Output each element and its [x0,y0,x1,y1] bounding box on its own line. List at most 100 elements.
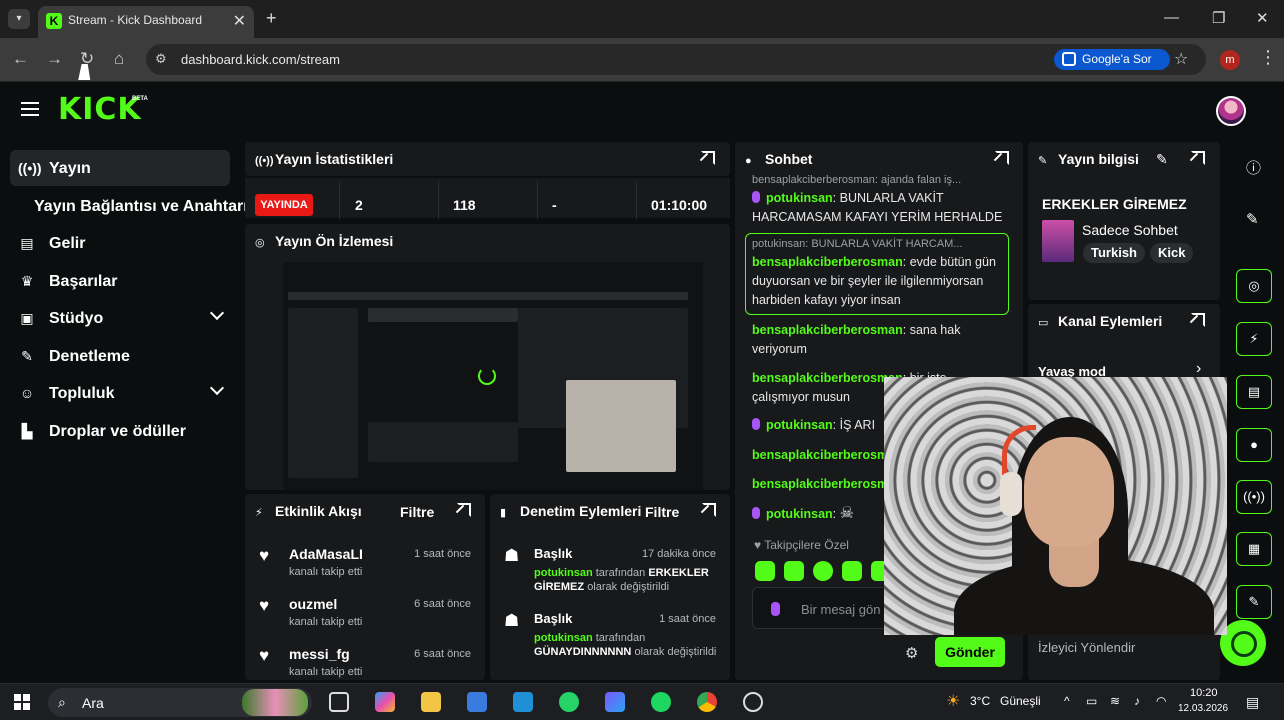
activity-user[interactable]: messi_fg [289,646,350,662]
popout-icon[interactable] [995,151,1009,165]
sidebar-item-topluluk[interactable]: ☺ Topluluk [10,375,230,411]
emote-icon[interactable] [813,561,833,581]
new-tab-button[interactable]: + [266,8,277,29]
copilot-icon[interactable] [375,692,395,712]
wifi-icon[interactable]: ◠ [1156,694,1166,708]
rail-preview-button[interactable]: ◎ [1236,269,1272,303]
network-icon[interactable]: ≋ [1110,694,1120,708]
activity-user[interactable]: ouzmel [289,596,337,612]
tag-chip[interactable]: Turkish [1083,243,1145,263]
clock-time[interactable]: 10:20 [1190,687,1218,699]
browser-menu-icon[interactable]: ⋮ [1259,47,1277,68]
rail-broadcast-button[interactable]: ((•)) [1236,480,1272,514]
chevron-down-icon[interactable] [209,305,225,321]
forward-icon[interactable]: → [46,49,63,69]
windows-start-icon[interactable] [14,694,30,710]
user-avatar[interactable] [1216,96,1246,126]
list-item: ♥ ouzmel 6 saat önce kanalı takip etti [245,592,485,636]
category-name[interactable]: Sadece Sohbet [1082,222,1178,238]
chat-username[interactable]: potukinsan [766,507,833,521]
sidebar-item-yayin[interactable]: ((•)) Yayın [10,150,230,186]
weather-temp[interactable]: 3°C [970,694,990,708]
chat-message[interactable]: bensaplakciberberosman: sana hak veriyor… [752,321,1006,359]
popout-icon[interactable] [702,503,716,517]
kick-logo[interactable]: KICK [58,92,142,127]
tab-close-icon[interactable]: ✕ [233,11,246,31]
chat-username[interactable]: potukinsan [766,418,833,432]
modlog-filter-button[interactable]: Filtre [645,504,679,520]
send-button[interactable]: Gönder [935,637,1005,667]
sidebar-item-studyo[interactable]: ▣ Stüdyo [10,300,230,336]
activity-filter-button[interactable]: Filtre [400,504,434,520]
ask-google-button[interactable]: Google'a Sor [1054,49,1170,70]
taskbar-search[interactable]: ⌕ Ara [48,688,312,717]
chat-username[interactable]: bensaplakciberberosman [752,323,903,337]
edit-pencil-icon[interactable]: ✎ [1156,151,1168,168]
chat-reply-preview[interactable]: potukinsan: BUNLARLA VAKİT HARCAM... [752,235,1006,254]
rail-activity-button[interactable]: ⚡ [1236,322,1272,356]
modlog-user[interactable]: potukinsan [534,632,593,644]
chat-username[interactable]: bensaplakciberberosman [752,255,903,269]
info-icon[interactable]: ⓘ [1246,157,1261,178]
sidebar-subitem-stream-key[interactable]: Yayın Bağlantısı ve Anahtarı [34,198,248,216]
back-icon[interactable]: ← [12,49,29,69]
chat-username[interactable]: potukinsan [766,191,833,205]
emote-icon[interactable] [842,561,862,581]
minimize-icon[interactable]: — [1164,9,1179,26]
store-icon[interactable] [467,692,487,712]
rail-chat-button[interactable]: ● [1236,428,1272,462]
notification-icon[interactable]: ▤ [1246,694,1259,711]
volume-icon[interactable]: ♪ [1134,694,1140,708]
emote-icon[interactable] [755,561,775,581]
address-bar[interactable]: ⚙ dashboard.kick.com/stream Google'a Sor… [146,44,1206,75]
spotify-icon[interactable] [651,692,671,712]
popout-icon[interactable] [457,503,471,517]
site-settings-icon[interactable]: ⚙ [155,51,171,67]
whatsapp-icon[interactable] [559,692,579,712]
rail-modlog-button[interactable]: ▤ [1236,375,1272,409]
battery-icon[interactable]: ▭ [1086,694,1097,708]
file-explorer-icon[interactable] [421,692,441,712]
browser-profile-avatar[interactable]: m [1220,50,1240,70]
popout-icon[interactable] [1191,313,1205,327]
clock-date[interactable]: 12.03.2026 [1178,703,1228,714]
popout-icon[interactable] [1191,151,1205,165]
emote-icon[interactable] [784,561,804,581]
mail-icon[interactable] [513,692,533,712]
activity-user[interactable]: AdaMasaLI [289,546,363,562]
maximize-icon[interactable]: ❐ [1212,9,1225,27]
m365-icon[interactable] [605,692,625,712]
task-view-icon[interactable] [329,692,349,712]
chat-message[interactable]: potukinsan: BUNLARLA VAKİT HARCAMASAM KA… [752,189,1006,227]
chevron-right-icon[interactable]: › [1196,360,1201,378]
home-icon[interactable]: ⌂ [114,49,124,69]
weather-desc[interactable]: Güneşli [1000,694,1041,708]
bookmark-star-icon[interactable]: ☆ [1174,49,1188,69]
category-thumbnail[interactable] [1042,220,1074,262]
tray-chevron-icon[interactable]: ^ [1064,694,1070,708]
window-close-icon[interactable]: ✕ [1256,9,1269,27]
chrome-icon[interactable] [697,692,717,712]
sidebar-item-basarilar[interactable]: ♛ Başarılar [10,263,230,299]
sidebar-item-droplar[interactable]: ▙ Droplar ve ödüller [10,413,230,449]
chat-settings-gear-icon[interactable]: ⚙ [905,644,918,662]
tab-search-button[interactable]: ▾ [8,9,30,29]
chat-message[interactable]: bensaplakciberberosman: evde bütün gün d… [752,253,1006,310]
sidebar-item-gelir[interactable]: ▤ Gelir [10,225,230,261]
browser-tab[interactable]: K Stream - Kick Dashboard ✕ [38,6,254,38]
recorder-icon[interactable] [743,692,763,712]
rail-settings-button[interactable]: ✎ [1236,585,1272,619]
viewer-redirect-label[interactable]: İzleyici Yönlendir [1038,640,1135,655]
sidebar-item-denetleme[interactable]: ✎ Denetleme [10,338,230,374]
edit-icon[interactable]: ✎ [1246,210,1259,228]
chevron-down-icon[interactable] [209,380,225,396]
modlog-user[interactable]: potukinsan [534,567,593,579]
chat-reply-preview[interactable]: bensaplakciberberosman: ajanda falan iş.… [752,171,1006,190]
rail-layout-button[interactable]: ▦ [1236,532,1272,566]
popout-icon[interactable] [701,151,715,165]
chat-username[interactable]: bensaplakciberberosman [752,477,903,491]
chat-username[interactable]: bensaplakciberberosman [752,371,903,385]
chat-username[interactable]: bensaplakciberberosman [752,448,903,462]
tag-chip[interactable]: Kick [1150,243,1194,263]
hamburger-menu-icon[interactable] [21,102,39,116]
